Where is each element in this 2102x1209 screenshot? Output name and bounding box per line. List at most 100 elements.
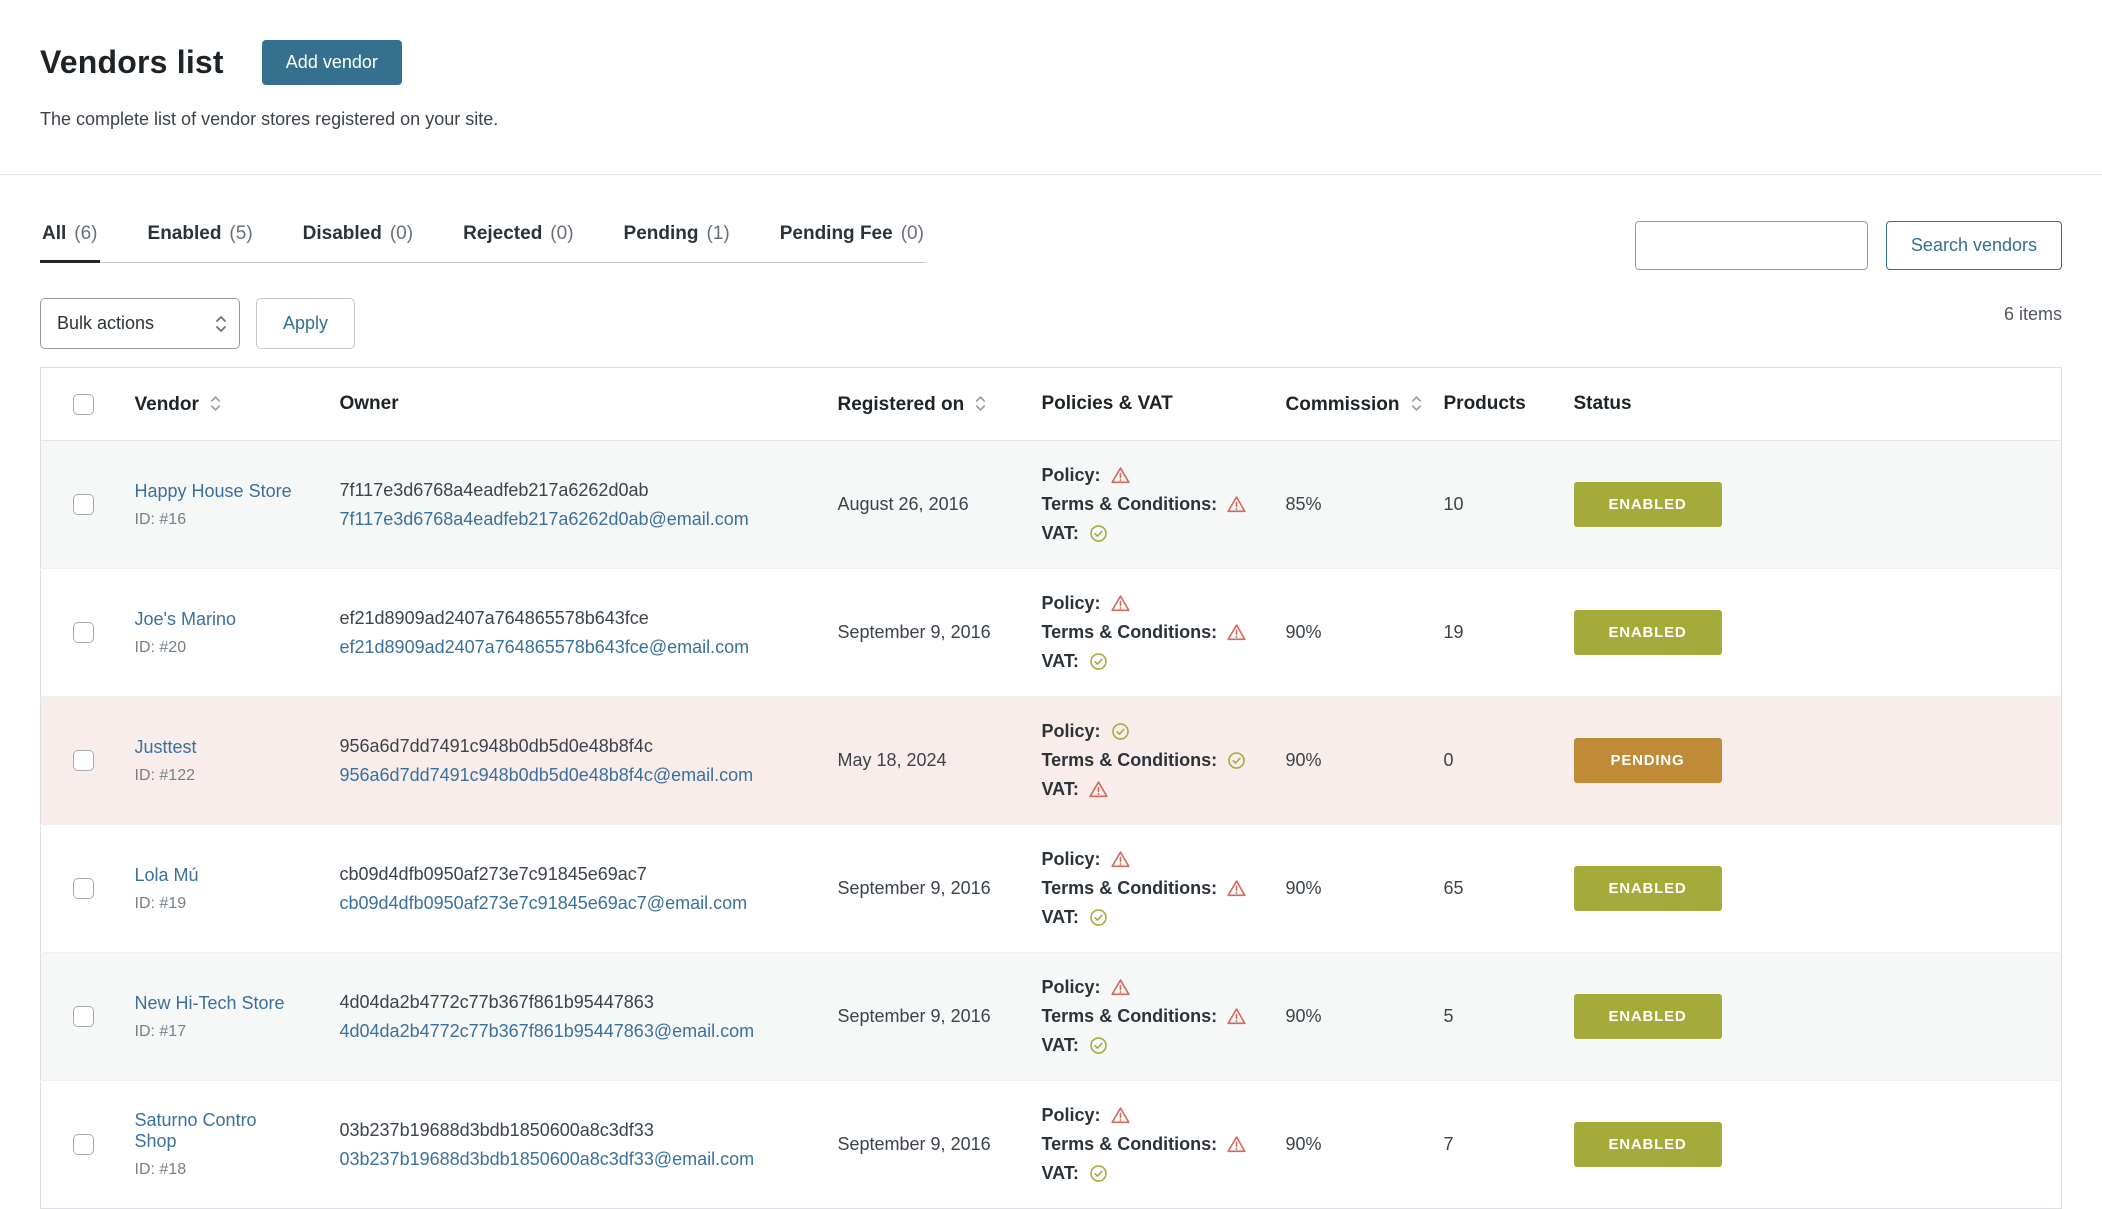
header-policies: Policies & VAT (1028, 368, 1272, 441)
status-tabs: All (6) Enabled (5) Disabled (0) Rejecte… (40, 221, 926, 263)
warning-icon (1110, 1105, 1131, 1126)
registered-date: September 9, 2016 (824, 953, 1028, 1081)
tab-count: (1) (706, 223, 729, 245)
header-vendor[interactable]: Vendor (121, 368, 326, 441)
tab-pending-fee[interactable]: Pending Fee (0) (778, 221, 926, 262)
commission-value: 85% (1272, 441, 1430, 569)
vendor-name-link[interactable]: Saturno Contro Shop (135, 1110, 296, 1152)
policy-label: Policy: (1042, 849, 1101, 870)
search-input[interactable] (1635, 221, 1868, 270)
tab-label: Pending Fee (780, 223, 893, 245)
table-row: Justtest ID: #122 956a6d7dd7491c948b0db5… (41, 697, 2062, 825)
warning-icon (1226, 1134, 1247, 1155)
row-checkbox[interactable] (73, 750, 94, 771)
header-commission[interactable]: Commission (1272, 368, 1430, 441)
terms-line: Terms & Conditions: (1042, 1130, 1262, 1159)
header-owner-label: Owner (340, 393, 399, 414)
policy-line: Policy: (1042, 1101, 1262, 1130)
select-all-checkbox[interactable] (73, 394, 94, 415)
status-badge: ENABLED (1574, 866, 1722, 911)
owner-email-link[interactable]: cb09d4dfb0950af273e7c91845e69ac7@email.c… (340, 893, 748, 914)
tab-enabled[interactable]: Enabled (5) (146, 221, 255, 262)
status-cell: ENABLED (1560, 825, 2062, 953)
vat-label: VAT: (1042, 1035, 1079, 1056)
policy-line: Policy: (1042, 845, 1262, 874)
row-checkbox-cell (41, 569, 121, 697)
add-vendor-button[interactable]: Add vendor (262, 40, 402, 85)
owner-email-link[interactable]: 03b237b19688d3bdb1850600a8c3df33@email.c… (340, 1149, 755, 1170)
search-area: Search vendors (1635, 221, 2062, 270)
header-registered[interactable]: Registered on (824, 368, 1028, 441)
row-checkbox[interactable] (73, 878, 94, 899)
apply-button[interactable]: Apply (256, 298, 355, 349)
owner-cell: 7f117e3d6768a4eadfeb217a6262d0ab 7f117e3… (326, 441, 824, 569)
status-cell: ENABLED (1560, 441, 2062, 569)
warning-icon (1226, 622, 1247, 643)
tab-count: (0) (550, 223, 573, 245)
vat-label: VAT: (1042, 1163, 1079, 1184)
vendor-name-link[interactable]: Joe's Marino (135, 609, 236, 630)
row-checkbox-cell (41, 441, 121, 569)
warning-icon (1110, 849, 1131, 870)
vendor-name-link[interactable]: Lola Mú (135, 865, 199, 886)
tab-disabled[interactable]: Disabled (0) (301, 221, 415, 262)
policy-line: Policy: (1042, 717, 1262, 746)
status-badge: PENDING (1574, 738, 1722, 783)
commission-value: 90% (1272, 1081, 1430, 1209)
policy-label: Policy: (1042, 465, 1101, 486)
sort-icon (973, 392, 988, 415)
commission-value: 90% (1272, 697, 1430, 825)
owner-email-link[interactable]: ef21d8909ad2407a764865578b643fce@email.c… (340, 637, 750, 658)
owner-hash: 03b237b19688d3bdb1850600a8c3df33 (340, 1120, 814, 1141)
products-count: 7 (1430, 1081, 1560, 1209)
row-checkbox[interactable] (73, 622, 94, 643)
row-checkbox[interactable] (73, 1006, 94, 1027)
header-owner: Owner (326, 368, 824, 441)
vendor-name-link[interactable]: Happy House Store (135, 481, 292, 502)
check-circle-icon (1088, 523, 1109, 544)
vendor-id: ID: #16 (135, 511, 296, 529)
search-vendors-button[interactable]: Search vendors (1886, 221, 2062, 270)
table-row: Lola Mú ID: #19 cb09d4dfb0950af273e7c918… (41, 825, 2062, 953)
commission-value: 90% (1272, 569, 1430, 697)
policies-cell: Policy: Terms & Conditions: VAT: (1028, 953, 1272, 1081)
row-checkbox[interactable] (73, 494, 94, 515)
owner-email-link[interactable]: 956a6d7dd7491c948b0db5d0e48b8f4c@email.c… (340, 765, 754, 786)
products-count: 65 (1430, 825, 1560, 953)
registered-date: September 9, 2016 (824, 1081, 1028, 1209)
tab-all[interactable]: All (6) (40, 221, 100, 263)
vat-label: VAT: (1042, 523, 1079, 544)
policies-cell: Policy: Terms & Conditions: VAT: (1028, 825, 1272, 953)
tab-rejected[interactable]: Rejected (0) (461, 221, 575, 262)
terms-line: Terms & Conditions: (1042, 746, 1262, 775)
policy-line: Policy: (1042, 973, 1262, 1002)
terms-label: Terms & Conditions: (1042, 494, 1218, 515)
warning-icon (1110, 465, 1131, 486)
row-checkbox[interactable] (73, 1134, 94, 1155)
owner-email-link[interactable]: 4d04da2b4772c77b367f861b95447863@email.c… (340, 1021, 755, 1042)
bulk-actions-select[interactable]: Bulk actions (40, 298, 240, 349)
terms-label: Terms & Conditions: (1042, 750, 1218, 771)
select-chevrons-icon (213, 311, 229, 337)
table-row: Happy House Store ID: #16 7f117e3d6768a4… (41, 441, 2062, 569)
vat-line: VAT: (1042, 647, 1262, 676)
owner-email-link[interactable]: 7f117e3d6768a4eadfeb217a6262d0ab@email.c… (340, 509, 749, 530)
header-products-label: Products (1444, 393, 1526, 414)
warning-icon (1088, 779, 1109, 800)
filter-toolbar: All (6) Enabled (5) Disabled (0) Rejecte… (40, 221, 2062, 270)
check-circle-icon (1088, 1035, 1109, 1056)
table-row: Saturno Contro Shop ID: #18 03b237b19688… (41, 1081, 2062, 1209)
owner-hash: 4d04da2b4772c77b367f861b95447863 (340, 992, 814, 1013)
header-divider (0, 174, 2102, 175)
vendor-name-link[interactable]: New Hi-Tech Store (135, 993, 285, 1014)
header-vendor-label: Vendor (135, 394, 199, 415)
policies-cell: Policy: Terms & Conditions: VAT: (1028, 441, 1272, 569)
products-count: 10 (1430, 441, 1560, 569)
policy-label: Policy: (1042, 721, 1101, 742)
vendor-name-link[interactable]: Justtest (135, 737, 197, 758)
tab-pending[interactable]: Pending (1) (622, 221, 732, 262)
vat-line: VAT: (1042, 1159, 1262, 1188)
owner-hash: 956a6d7dd7491c948b0db5d0e48b8f4c (340, 736, 814, 757)
warning-icon (1226, 494, 1247, 515)
status-badge: ENABLED (1574, 482, 1722, 527)
